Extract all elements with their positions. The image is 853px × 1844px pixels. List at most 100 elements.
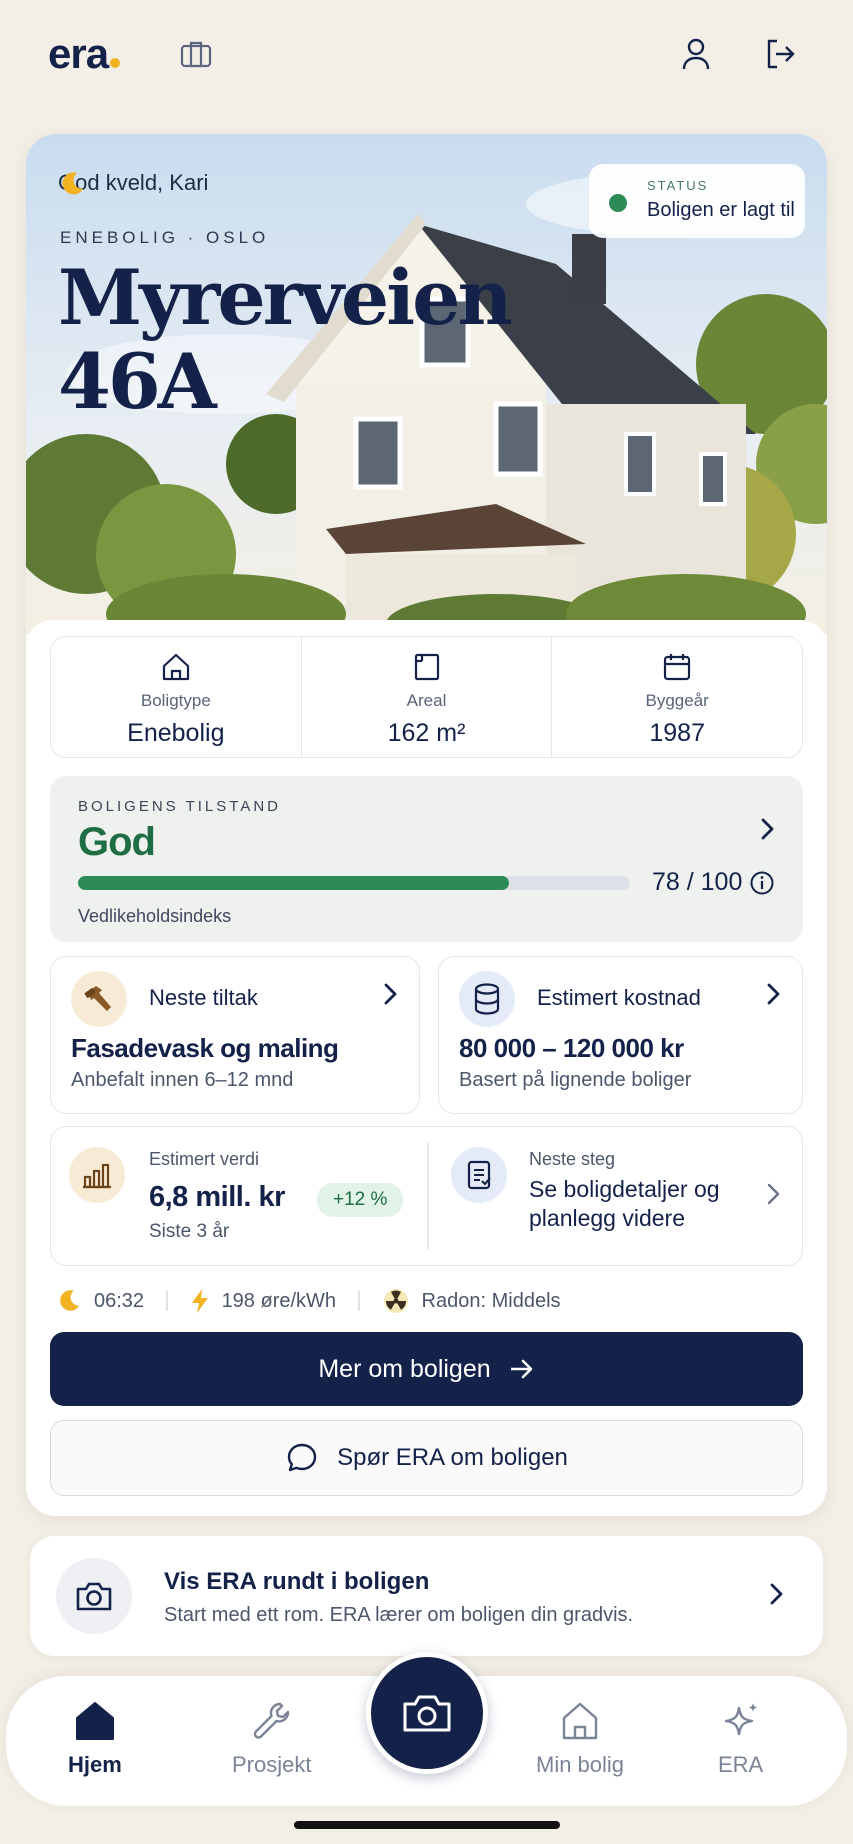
nav-project[interactable]: Prosjekt [232,1700,311,1778]
more-about-home-button[interactable]: Mer om boligen [50,1332,803,1406]
house-icon [562,1702,598,1740]
condition-card[interactable]: BOLIGENS TILSTAND God 78 / 100 Vedlikeho… [50,776,803,942]
fact-area: Areal 162 m² [302,637,553,757]
nav-label: Min bolig [536,1752,625,1777]
wrench-icon [253,1702,289,1739]
camera-button[interactable] [366,1652,488,1774]
estimated-cost-subtitle: Basert på lignende boliger [459,1069,692,1091]
next-action-title: Neste tiltak [149,985,258,1010]
chevron-right-icon[interactable] [764,981,782,1007]
condition-progress-fill [78,876,509,890]
nav-era[interactable]: ERA [718,1700,763,1778]
fact-label: Boligtype [140,691,211,710]
property-details: Boligtype Enebolig Areal 162 m² Byggeår … [26,620,827,1516]
estimated-cost-title: Estimert kostnad [537,985,701,1010]
condition-value: God [78,820,156,864]
next-action-card[interactable]: Neste tiltak Fasadevask og maling Anbefa… [50,956,420,1114]
fact-property-type: Boligtype Enebolig [51,637,302,757]
fact-value: Enebolig [127,719,225,747]
property-card: God kveld, Kari STATUS Boligen er lagt t… [26,134,827,1516]
fact-value: 162 m² [387,719,466,747]
fact-label: Areal [406,691,447,710]
radon-text: Radon: Middels [421,1289,561,1312]
next-action-headline: Fasadevask og maling [71,1033,339,1063]
chart-icon [69,1147,125,1203]
chevron-right-icon[interactable] [381,981,399,1007]
power-price-info: 198 øre/kWh [190,1288,336,1314]
fact-label: Byggeår [645,691,709,710]
logo-dot [110,58,121,68]
document-icon [451,1147,507,1203]
status-text: Boligen er lagt til [647,199,795,221]
sparkle-icon [724,1703,758,1736]
era-logo[interactable]: era [48,30,121,78]
status-box: STATUS Boligen er lagt til [589,164,805,238]
divider [358,1291,360,1311]
moon-icon [60,1290,80,1311]
estimated-value-period: Siste 3 år [149,1221,230,1242]
button-label: Spør ERA om boligen [337,1444,568,1471]
property-type-line: ENEBOLIG · OSLO [60,228,270,247]
time-info: 06:32 [56,1288,144,1314]
ask-era-button[interactable]: Spør ERA om boligen [50,1420,803,1496]
camera-icon [56,1558,132,1634]
database-icon [459,971,515,1027]
time-text: 06:32 [94,1289,145,1312]
estimated-cost-card[interactable]: Estimert kostnad 80 000 – 120 000 kr Bas… [438,956,803,1114]
info-row: 06:32 198 øre/kWh Radon: Middels [56,1284,796,1318]
estimated-cost-headline: 80 000 – 120 000 kr [459,1033,684,1063]
next-step-text[interactable]: Se boligdetaljer og planlegg videre [529,1175,739,1233]
radon-info: Radon: Middels [382,1287,561,1315]
moon-icon [62,172,83,195]
fact-value: 1987 [649,719,705,747]
briefcase-icon[interactable] [176,34,216,74]
power-price-text: 198 øre/kWh [221,1289,337,1312]
next-action-subtitle: Anbefalt innen 6–12 mnd [71,1069,294,1091]
nav-label: Prosjekt [232,1752,312,1777]
nav-my-home[interactable]: Min bolig [536,1700,624,1778]
condition-score: 78 / 100 [652,868,743,896]
facts-row: Boligtype Enebolig Areal 162 m² Byggeår … [50,636,803,758]
estimated-value: 6,8 mill. kr [149,1181,285,1213]
camera-icon [403,1695,451,1732]
home-indicator [294,1821,560,1829]
value-and-next-step-card: Estimert verdi 6,8 mill. kr +12 % Siste … [50,1126,803,1266]
era-tour-card[interactable]: Vis ERA rundt i boligen Start med ett ro… [30,1536,823,1656]
tour-title: Vis ERA rundt i boligen [164,1568,430,1595]
estimated-value-label: Estimert verdi [149,1149,260,1169]
condition-subtitle: Vedlikeholdsindeks [78,906,232,926]
chevron-right-icon[interactable] [764,1181,782,1207]
button-label: Mer om boligen [318,1354,491,1383]
fact-build-year: Byggeår 1987 [552,637,802,757]
tour-subtitle: Start med ett rom. ERA lærer om boligen … [164,1604,634,1626]
nav-label: ERA [718,1752,764,1777]
info-icon[interactable] [749,870,775,896]
home-filled-icon [75,1702,114,1740]
profile-icon[interactable] [676,34,716,74]
nav-home[interactable]: Hjem [68,1700,122,1778]
house-icon [162,653,189,681]
calendar-icon [664,654,691,681]
top-bar: era [0,0,853,110]
next-step-label: Neste steg [529,1149,616,1169]
status-indicator [609,194,627,212]
status-label: STATUS [647,178,709,193]
area-icon [414,653,439,681]
chevron-right-icon[interactable] [767,1580,785,1608]
hammer-icon [71,971,127,1027]
condition-label: BOLIGENS TILSTAND [78,798,281,815]
arrow-right-icon [510,1359,532,1379]
radiation-icon [383,1289,408,1313]
lightning-icon [191,1289,208,1313]
nav-label: Hjem [68,1752,122,1777]
chat-bubble-icon [287,1443,317,1472]
divider [427,1143,429,1249]
chevron-right-icon[interactable] [757,816,777,842]
logout-icon[interactable] [760,34,800,74]
greeting: God kveld, Kari [58,170,208,196]
logo-text: era [48,30,109,77]
condition-progress-track [78,876,630,890]
property-address: Myrerveien 46A [58,253,513,426]
hero-image: God kveld, Kari STATUS Boligen er lagt t… [26,134,827,634]
value-change-badge: +12 % [317,1183,404,1217]
